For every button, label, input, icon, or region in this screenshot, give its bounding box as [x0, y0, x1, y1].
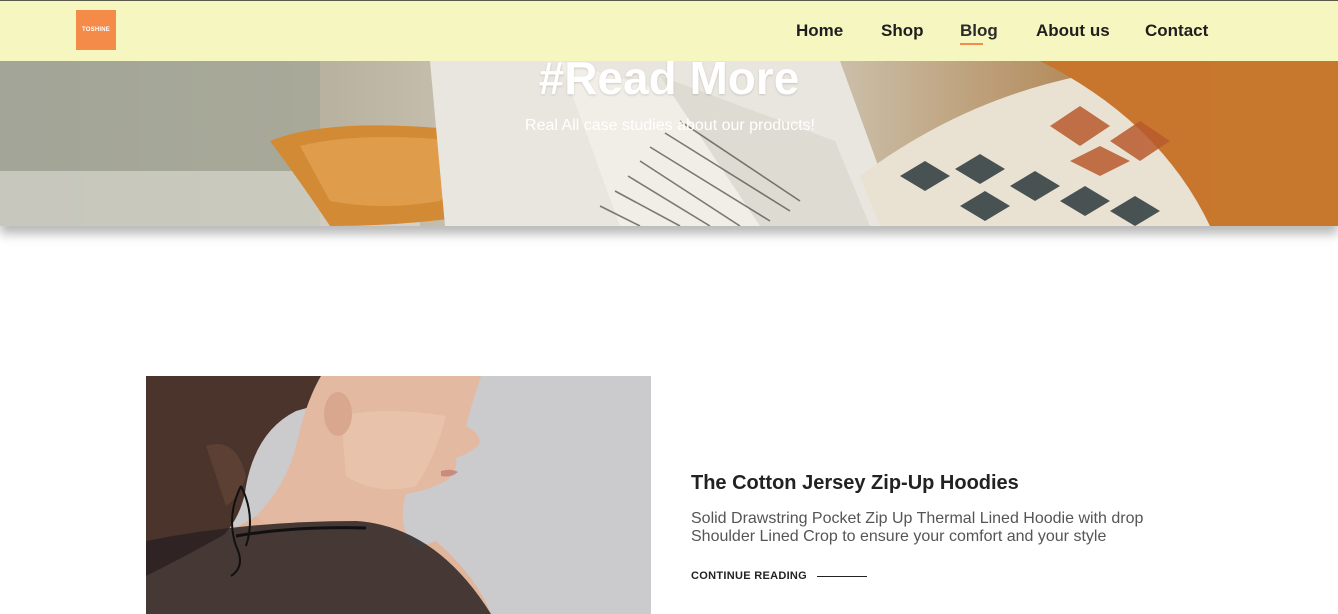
continue-reading-label[interactable]: CONTINUE READING	[691, 570, 807, 582]
nav-shop[interactable]: Shop	[881, 21, 924, 41]
post-featured-image[interactable]	[146, 376, 651, 614]
active-nav-indicator	[960, 43, 983, 45]
woman-portrait-image	[146, 376, 651, 614]
hero-banner: #Read More Real All case studies about o…	[0, 61, 1338, 226]
nav-home[interactable]: Home	[796, 21, 843, 41]
main-nav: Home Shop Blog About us Contact	[0, 1, 1338, 62]
post-excerpt: Solid Drawstring Pocket Zip Up Thermal L…	[691, 510, 1144, 545]
nav-about-us[interactable]: About us	[1036, 21, 1110, 41]
post-title[interactable]: The Cotton Jersey Zip-Up Hoodies	[691, 472, 1019, 495]
continue-reading-link[interactable]: CONTINUE READING	[691, 570, 868, 582]
hero-subtitle: Real All case studies about our products…	[525, 117, 815, 134]
nav-blog[interactable]: Blog	[960, 21, 998, 41]
continue-reading-line	[817, 575, 868, 577]
hero-title: #Read More	[538, 61, 800, 104]
nav-contact[interactable]: Contact	[1145, 21, 1208, 41]
site-header: TOSHINE Home Shop Blog About us Contact	[0, 0, 1338, 61]
